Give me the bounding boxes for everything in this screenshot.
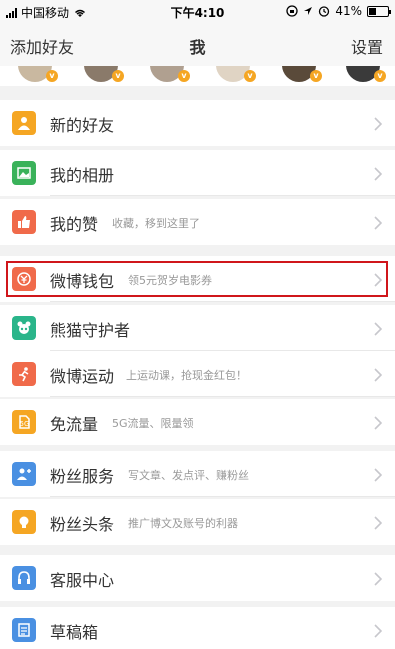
menu-row-drafts[interactable]: 草稿箱 <box>0 607 395 649</box>
menu-label: 免流量 <box>50 415 99 434</box>
chevron-right-icon <box>374 571 383 586</box>
menu-row-headset[interactable]: 客服中心 <box>0 555 395 601</box>
verified-badge-icon: v <box>244 70 256 82</box>
chevron-right-icon <box>374 623 383 638</box>
chevron-right-icon <box>374 116 383 131</box>
menu-label: 我的相册 <box>50 166 115 185</box>
lightbulb-icon <box>12 510 36 534</box>
menu-row-fan-service[interactable]: 粉丝服务 写文章、发点评、赚粉丝 <box>0 451 395 497</box>
menu-row-person[interactable]: 新的好友 <box>0 100 395 146</box>
verified-badge-icon: v <box>374 70 386 82</box>
chevron-right-icon <box>374 215 383 230</box>
verified-badge-icon: v <box>46 70 58 82</box>
settings-button[interactable]: 设置 <box>351 34 383 58</box>
alarm-icon <box>319 6 330 17</box>
menu-subtitle: 上运动课，抢现金红包！ <box>126 369 247 382</box>
battery-icon <box>367 5 391 17</box>
headset-icon <box>12 566 36 590</box>
chevron-right-icon <box>374 467 383 482</box>
row-divider <box>50 396 395 397</box>
chevron-right-icon <box>374 415 383 430</box>
menu-row-thumbs-up[interactable]: 我的赞 收藏，移到这里了 <box>0 199 395 245</box>
menu-label: 粉丝服务 <box>50 467 115 486</box>
sim-card-icon: 5G <box>12 410 36 434</box>
location-icon <box>304 7 313 15</box>
row-divider <box>50 195 395 196</box>
menu-subtitle: 5G流量、限量领 <box>112 417 194 430</box>
lock-rotation-icon <box>286 5 298 17</box>
avatar-strip: v v v v v v <box>0 66 395 86</box>
menu-label: 客服中心 <box>50 571 115 590</box>
nav-bar: 添加好友 我 设置 <box>0 22 395 66</box>
menu-label: 熊猫守护者 <box>50 321 131 340</box>
menu-label: 草稿箱 <box>50 623 99 642</box>
photo-icon <box>12 161 36 185</box>
running-icon <box>12 362 36 386</box>
chevron-right-icon <box>374 166 383 181</box>
menu-subtitle: 写文章、发点评、赚粉丝 <box>128 469 249 482</box>
svg-text:5G: 5G <box>20 420 30 428</box>
verified-badge-icon: v <box>310 70 322 82</box>
menu-label: 微博运动 <box>50 367 115 386</box>
page-title: 我 <box>189 38 206 57</box>
menu-subtitle: 推广博文及账号的利器 <box>128 517 238 530</box>
menu-row-photo[interactable]: 我的相册 <box>0 150 395 196</box>
panda-icon <box>12 316 36 340</box>
fan-service-icon <box>12 462 36 486</box>
status-right: 41% <box>286 4 391 18</box>
person-icon <box>12 111 36 135</box>
chevron-right-icon <box>374 321 383 336</box>
chevron-right-icon <box>374 515 383 530</box>
chevron-right-icon <box>374 367 383 382</box>
menu-row-panda[interactable]: 熊猫守护者 <box>0 305 395 351</box>
verified-badge-icon: v <box>112 70 124 82</box>
drafts-icon <box>12 618 36 642</box>
verified-badge-icon: v <box>178 70 190 82</box>
menu-label: 粉丝头条 <box>50 515 115 534</box>
menu-row-lightbulb[interactable]: 粉丝头条 推广博文及账号的利器 <box>0 499 395 545</box>
battery-percent: 41% <box>335 4 362 18</box>
row-divider <box>50 301 395 302</box>
menu-label: 新的好友 <box>50 116 115 135</box>
menu-row-running[interactable]: 微博运动 上运动课，抢现金红包！ <box>0 351 395 397</box>
wallet-highlight-box <box>6 261 388 297</box>
row-divider <box>50 496 395 497</box>
thumbs-up-icon <box>12 210 36 234</box>
menu-label: 我的赞 <box>50 215 99 234</box>
menu-subtitle: 收藏，移到这里了 <box>112 217 200 230</box>
menu-row-sim-card[interactable]: 5G 免流量 5G流量、限量领 <box>0 399 395 445</box>
status-bar: 中国移动 下午4:10 41% <box>0 0 395 22</box>
